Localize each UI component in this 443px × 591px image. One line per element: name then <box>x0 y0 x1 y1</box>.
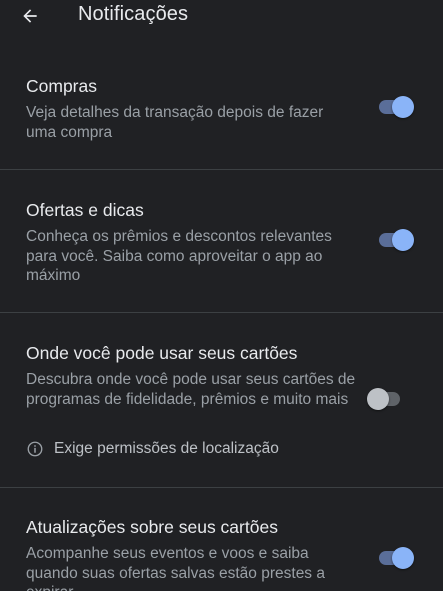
toggle-thumb <box>367 388 389 410</box>
arrow-back-icon <box>23 9 37 23</box>
app-bar: Notificações <box>0 0 443 36</box>
setting-item-ofertas: Ofertas e dicas Conheça os prêmios e des… <box>0 170 443 312</box>
toggle-thumb <box>392 229 414 251</box>
back-button[interactable] <box>12 0 48 32</box>
setting-description: Conheça os prêmios e descontos relevante… <box>26 228 332 284</box>
page-title: Notificações <box>78 3 189 25</box>
toggle-thumb <box>392 96 414 118</box>
notifications-screen: Notificações Compras Veja detalhes da tr… <box>0 0 443 591</box>
setting-title: Ofertas e dicas <box>26 200 144 220</box>
toggle-thumb <box>392 547 414 569</box>
onde-usar-cartoes-toggle[interactable] <box>367 386 407 412</box>
setting-description: Descubra onde você pode usar seus cartõe… <box>26 371 356 408</box>
ofertas-toggle[interactable] <box>376 227 416 253</box>
setting-item-atualizacoes-cartoes: Atualizações sobre seus cartões Acompanh… <box>0 488 443 591</box>
note-text: Exige permissões de localização <box>54 440 279 457</box>
setting-item-onde-usar-cartoes: Onde você pode usar seus cartões Descubr… <box>0 313 443 487</box>
info-icon <box>27 441 43 457</box>
setting-title: Compras <box>26 76 97 96</box>
location-permission-note: Exige permissões de localização <box>26 440 279 458</box>
atualizacoes-cartoes-toggle[interactable] <box>376 545 416 571</box>
setting-description: Acompanhe seus eventos e voos e saiba qu… <box>26 545 325 591</box>
setting-title: Onde você pode usar seus cartões <box>26 343 298 363</box>
setting-item-compras: Compras Veja detalhes da transação depoi… <box>0 62 443 169</box>
compras-toggle[interactable] <box>376 94 416 120</box>
setting-title: Atualizações sobre seus cartões <box>26 517 278 537</box>
setting-description: Veja detalhes da transação depois de faz… <box>26 104 324 141</box>
